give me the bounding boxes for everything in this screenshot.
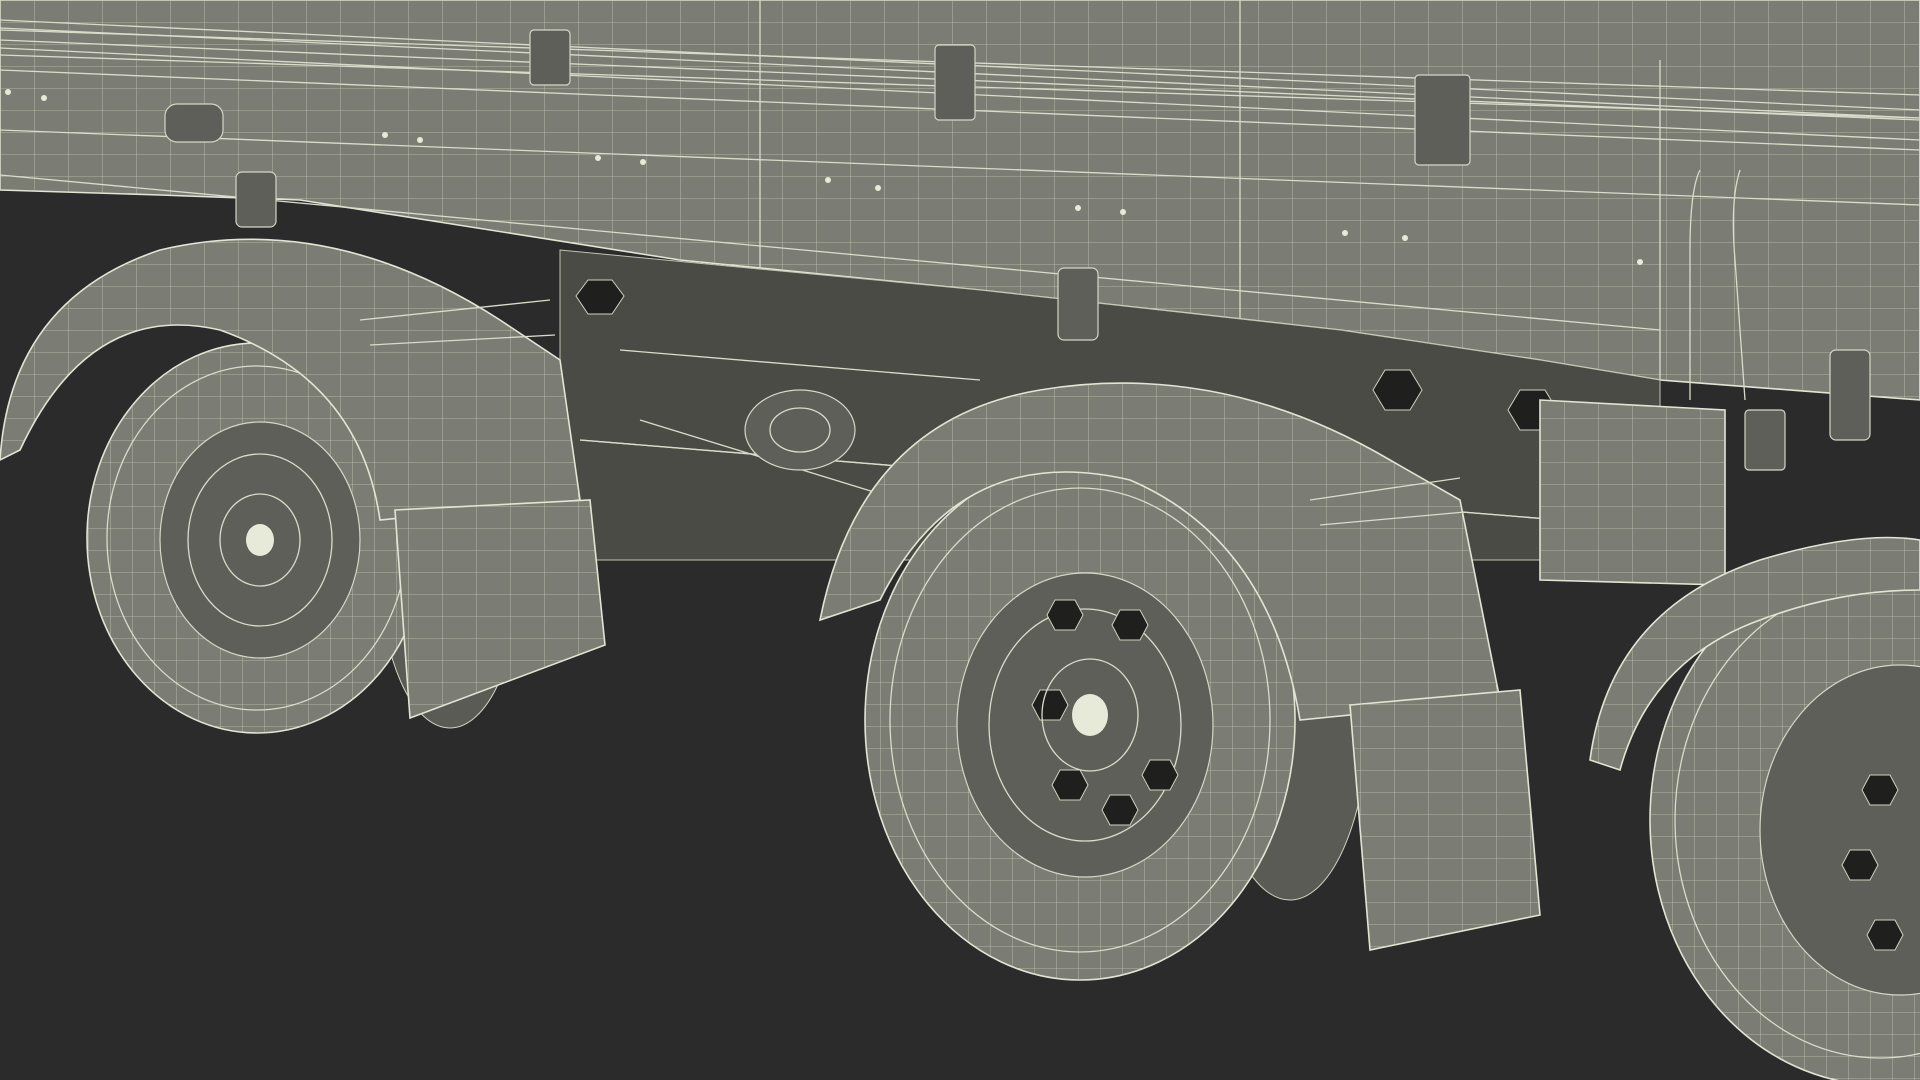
wireframe-render-canvas: [0, 0, 1920, 1080]
side-marker-lamp: [164, 103, 224, 143]
